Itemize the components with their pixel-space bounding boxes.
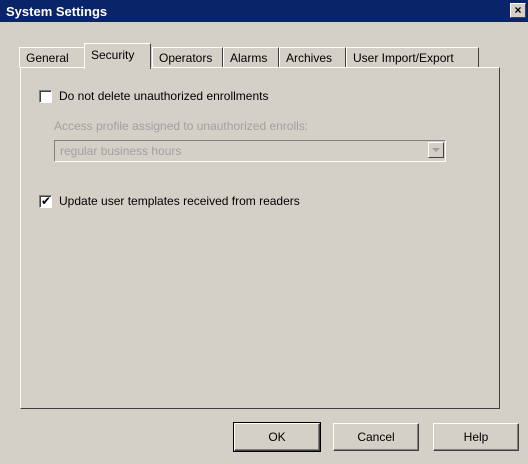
tab-operators[interactable]: Operators xyxy=(152,47,223,67)
close-button[interactable]: × xyxy=(510,3,526,18)
access-profile-label: Access profile assigned to unauthorized … xyxy=(54,119,309,133)
cancel-button[interactable]: Cancel xyxy=(333,423,419,451)
no-delete-label[interactable]: Do not delete unauthorized enrollments xyxy=(59,89,268,103)
window-title: System Settings xyxy=(6,4,108,19)
combo-dropdown-button[interactable] xyxy=(428,142,444,158)
title-bar[interactable]: System Settings × xyxy=(0,0,528,22)
tab-security[interactable]: Security xyxy=(84,43,151,69)
cancel-label: Cancel xyxy=(357,430,395,444)
tab-label: Operators xyxy=(159,51,213,65)
tab-label: General xyxy=(26,51,69,65)
tab-label: User Import/Export xyxy=(353,51,454,65)
chevron-down-icon xyxy=(432,148,440,152)
tab-general[interactable]: General xyxy=(19,47,85,67)
update-templates-label[interactable]: Update user templates received from read… xyxy=(59,194,300,208)
tab-user-import-export[interactable]: User Import/Export xyxy=(346,47,479,67)
help-label: Help xyxy=(463,430,489,444)
update-templates-checkbox[interactable]: ✔ xyxy=(39,194,52,208)
ok-label: OK xyxy=(268,430,286,444)
checkmark-icon: ✔ xyxy=(41,194,52,208)
tab-bar: General Security Operators Alarms Archiv… xyxy=(19,40,499,69)
tab-label: Security xyxy=(91,48,135,62)
system-settings-dialog: System Settings × General Security Opera… xyxy=(0,0,528,464)
access-profile-value: regular business hours xyxy=(60,144,182,158)
tab-alarms[interactable]: Alarms xyxy=(223,47,279,67)
security-tab-panel: Do not delete unauthorized enrollments A… xyxy=(20,67,500,409)
tab-archives[interactable]: Archives xyxy=(279,47,346,67)
tab-label: Archives xyxy=(286,51,333,65)
close-icon: × xyxy=(514,3,522,17)
access-profile-combo[interactable]: regular business hours xyxy=(54,140,446,162)
tab-label: Alarms xyxy=(230,51,268,65)
ok-button[interactable]: OK xyxy=(233,422,321,452)
no-delete-checkbox[interactable] xyxy=(39,90,52,103)
help-button[interactable]: Help xyxy=(433,423,519,451)
